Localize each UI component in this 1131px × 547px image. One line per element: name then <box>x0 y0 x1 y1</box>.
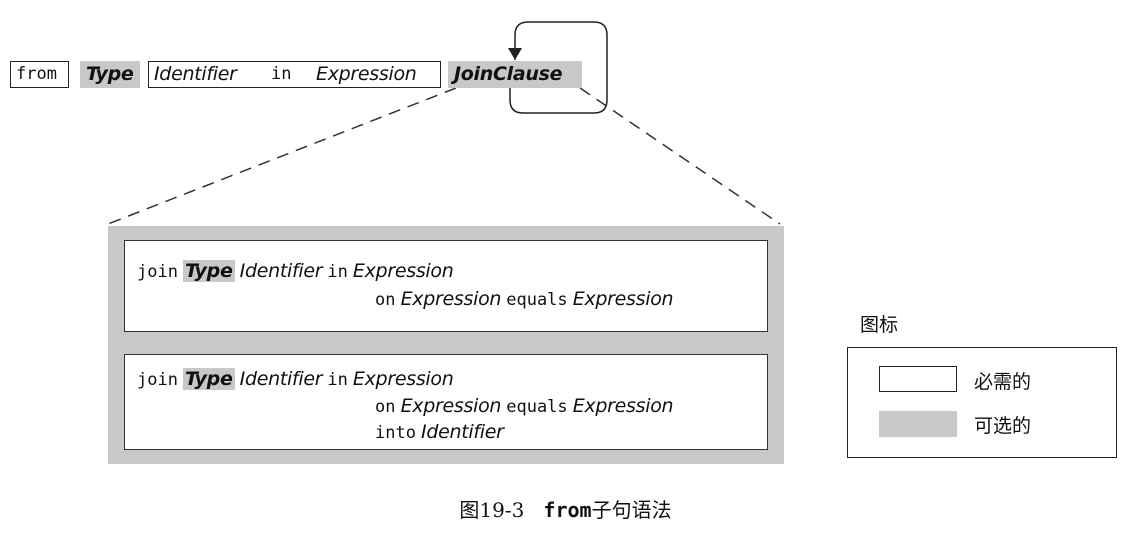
on-keyword: on <box>375 397 396 417</box>
legend: 必需的 可选的 <box>847 347 1117 458</box>
equals-keyword: equals <box>506 397 568 417</box>
identifier-label: Identifier <box>421 421 504 443</box>
join-clause-label: JoinClause <box>454 63 563 85</box>
left-dashed-connector <box>107 87 457 225</box>
clause1-line2: on Expression equals Expression <box>375 286 674 313</box>
figure-caption: 图19-3 from子句语法 <box>0 494 1131 523</box>
identifier-label: Identifier <box>239 368 323 390</box>
equals-keyword: equals <box>506 290 568 310</box>
legend-title: 图标 <box>860 314 899 336</box>
required-label: 必需的 <box>974 371 1032 393</box>
join-keyword: join <box>137 262 178 282</box>
expression-label: Expression <box>572 288 674 310</box>
identifier-label: Identifier <box>239 260 323 282</box>
type-label: Type <box>86 63 134 85</box>
join-clause-variant-1: join Type Identifier in Expression on Ex… <box>124 240 768 332</box>
on-keyword: on <box>375 290 396 310</box>
clause2-line3: into Identifier <box>375 419 504 446</box>
clause2-line1: join Type Identifier in Expression <box>137 366 454 393</box>
identifier-label: Identifier <box>154 63 237 85</box>
right-dashed-connector <box>579 87 781 225</box>
join-clause-expansion-panel: join Type Identifier in Expression on Ex… <box>108 226 784 464</box>
expression-label: Expression <box>352 368 454 390</box>
type-label: Type <box>183 260 235 282</box>
caption-keyword: from <box>543 498 592 522</box>
expression-label: Expression <box>572 395 674 417</box>
clause1-line1: join Type Identifier in Expression <box>137 258 454 285</box>
expression-label: Expression <box>316 63 417 85</box>
required-swatch <box>879 366 957 392</box>
join-clause-variant-2: join Type Identifier in Expression on Ex… <box>124 354 768 450</box>
into-keyword: into <box>375 423 416 443</box>
expression-label: Expression <box>400 395 502 417</box>
from-keyword: from <box>16 64 57 84</box>
type-label: Type <box>183 368 235 390</box>
optional-label: 可选的 <box>974 415 1032 437</box>
figure-number: 图19-3 <box>459 498 525 522</box>
in-keyword: in <box>327 262 348 282</box>
join-keyword: join <box>137 370 178 390</box>
expression-label: Expression <box>352 260 454 282</box>
caption-text: 子句语法 <box>591 498 672 522</box>
expression-label: Expression <box>400 288 502 310</box>
loop-arrowhead <box>508 48 522 60</box>
in-keyword: in <box>327 370 348 390</box>
clause2-line2: on Expression equals Expression <box>375 393 674 420</box>
optional-swatch <box>879 411 957 437</box>
in-keyword: in <box>271 64 292 84</box>
